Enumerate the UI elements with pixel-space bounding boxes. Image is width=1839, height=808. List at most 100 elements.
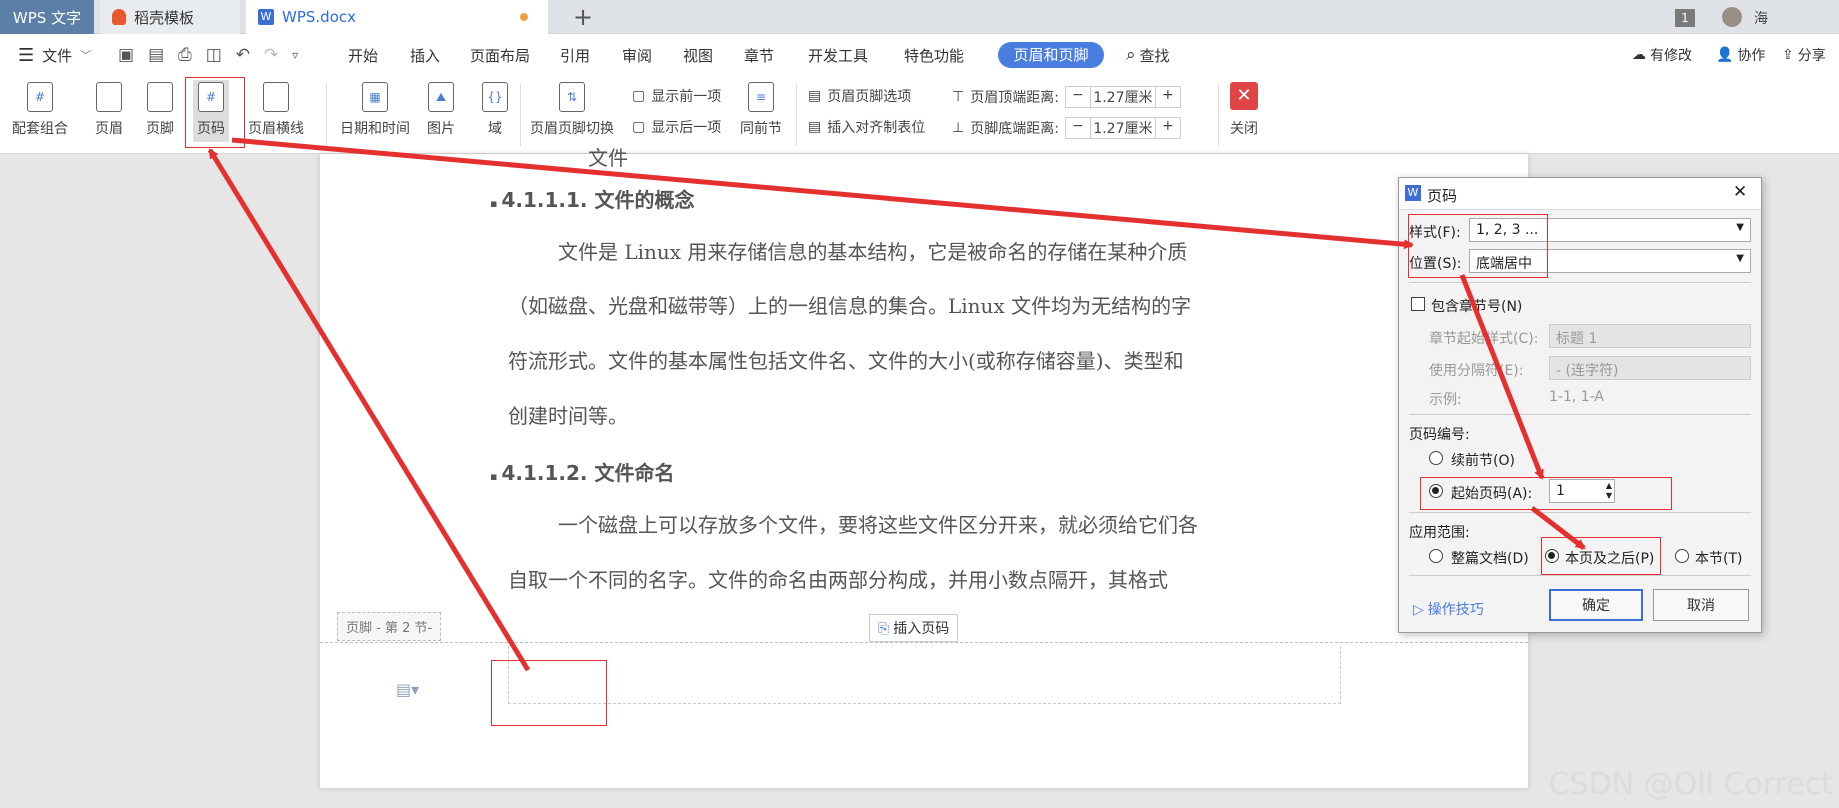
separator-value: - (连字符) <box>1556 363 1619 379</box>
scope-whole-label: 整篇文档(D) <box>1451 551 1529 567</box>
watermark: CSDN @Oll Correct <box>1548 767 1833 802</box>
menu-item-layout[interactable]: 页面布局 <box>470 34 530 76</box>
save-icon[interactable]: ▣ <box>118 45 148 65</box>
show-next-label: 显示后一项 <box>651 120 722 136</box>
docer-icon <box>112 9 126 25</box>
dialog-title: 页码 <box>1427 187 1458 205</box>
share-icon: ⇪ <box>1782 47 1794 63</box>
footer-distance-plus[interactable]: + <box>1154 117 1181 139</box>
header-line-label: 页眉横线 <box>248 121 304 137</box>
header-button[interactable]: 页眉 <box>95 82 123 138</box>
menu-item-references[interactable]: 引用 <box>560 34 590 76</box>
footer-options-icon[interactable]: ▤▾ <box>396 680 419 699</box>
window-count-badge[interactable]: 1 <box>1675 9 1695 27</box>
menu-item-chapter[interactable]: 章节 <box>744 34 774 76</box>
field-icon: {} <box>482 82 508 112</box>
date-time-button[interactable]: ▦ 日期和时间 <box>340 82 410 138</box>
annotation-box-style-position <box>1408 214 1548 278</box>
continue-radio[interactable] <box>1429 451 1443 465</box>
redo-icon[interactable]: ↷ <box>264 45 292 65</box>
menu-item-view[interactable]: 视图 <box>683 34 713 76</box>
print-icon[interactable]: ⎙ <box>178 45 206 65</box>
next-icon: ▢ <box>632 119 646 135</box>
heading-text: 4.1.1.1. 文件的概念 <box>501 188 695 212</box>
combo-button[interactable]: # 配套组合 <box>12 82 68 138</box>
close-header-footer-button[interactable]: ✕ 关闭 <box>1230 82 1258 138</box>
header-line-button[interactable]: 页眉横线 <box>248 82 304 138</box>
paragraph-line: 自取一个不同的名字。文件的命名由两部分构成，并用小数点隔开，其格式 <box>508 568 1168 592</box>
header-distance-input[interactable]: 1.27厘米 <box>1090 86 1155 108</box>
heading-marker: ▪ <box>490 470 498 483</box>
menu-item-start[interactable]: 开始 <box>348 34 378 76</box>
new-tab-button[interactable]: + <box>568 0 598 34</box>
scope-section-radio[interactable] <box>1675 549 1689 563</box>
include-chapter-checkbox[interactable] <box>1411 297 1425 311</box>
quick-access-toolbar: ▣ ▤ ⎙ ◫ ↶ ↷ ▿ <box>118 34 312 76</box>
paragraph-line: （如磁盘、光盘和磁带等）上的一组信息的集合。Linux 文件均为无结构的字 <box>508 294 1192 318</box>
more-icon[interactable]: ▿ <box>292 48 312 62</box>
options-icon: ▤ <box>808 88 822 104</box>
user-name[interactable]: 海 <box>1754 8 1768 28</box>
partial-line: 文件 <box>588 146 628 170</box>
previous-icon: ▢ <box>632 88 646 104</box>
switch-header-footer-button[interactable]: ⇅ 页眉页脚切换 <box>530 82 614 138</box>
search-icon: ⌕ <box>1126 45 1136 65</box>
continue-label: 续前节(O) <box>1451 453 1515 469</box>
footer-distance-input[interactable]: 1.27厘米 <box>1090 117 1155 139</box>
undo-icon[interactable]: ↶ <box>236 45 264 65</box>
insert-align-tab-button[interactable]: ▤ 插入对齐制表位 <box>808 117 925 137</box>
menu-item-developer[interactable]: 开发工具 <box>808 34 868 76</box>
app-tab[interactable]: WPS 文字 <box>0 0 94 34</box>
show-previous-button[interactable]: ▢ 显示前一项 <box>632 86 721 106</box>
file-menu[interactable]: ☰ 文件 ﹀ <box>18 34 91 76</box>
menu-item-special[interactable]: 特色功能 <box>904 34 964 76</box>
same-as-previous-button[interactable]: ≡ 同前节 <box>740 82 782 138</box>
footer-label: 页脚 <box>146 121 174 137</box>
ribbon: # 配套组合 页眉 页脚 # 页码 页眉横线 ▦ 日期和时间 ⛰ 图片 {} 域 ⇅ 页眉页… <box>0 76 1839 154</box>
ok-button[interactable]: 确定 <box>1549 589 1643 621</box>
header-label: 页眉 <box>95 121 123 137</box>
annotation-box-scope-after <box>1541 537 1661 575</box>
search-button[interactable]: ⌕ 查找 <box>1126 34 1170 76</box>
divider <box>1409 282 1751 283</box>
share-button[interactable]: ⇪ 分享 <box>1782 34 1826 76</box>
insert-page-number-button[interactable]: ⎘ 插入页码 <box>869 614 959 642</box>
menu-item-header-footer[interactable]: 页眉和页脚 <box>998 42 1104 68</box>
docer-tab[interactable]: 稻壳模板 <box>100 0 240 34</box>
preview-icon[interactable]: ◫ <box>206 45 236 65</box>
footer-distance-minus[interactable]: − <box>1064 117 1091 139</box>
header-distance-label: 页眉顶端距离: <box>970 90 1059 106</box>
footer-area[interactable] <box>508 646 1341 704</box>
ribbon-divider <box>1218 84 1219 146</box>
scope-whole-radio[interactable] <box>1429 549 1443 563</box>
tips-link[interactable]: ▷ 操作技巧 <box>1413 599 1484 619</box>
scope-section-label: 本节(T) <box>1695 551 1743 567</box>
cancel-button[interactable]: 取消 <box>1653 589 1749 621</box>
chapter-style-select[interactable]: 标题 1 <box>1549 324 1751 348</box>
footer-button[interactable]: 页脚 <box>146 82 174 138</box>
header-distance-minus[interactable]: − <box>1064 86 1091 108</box>
field-button[interactable]: {} 域 <box>482 82 508 138</box>
header-footer-options-button[interactable]: ▤ 页眉页脚选项 <box>808 86 911 106</box>
show-next-button[interactable]: ▢ 显示后一项 <box>632 117 721 137</box>
ribbon-divider <box>326 84 327 146</box>
menu-item-insert[interactable]: 插入 <box>410 34 440 76</box>
header-top-distance: ⊤ 页眉顶端距离: − 1.27厘米 + <box>952 86 1181 108</box>
header-icon <box>96 82 122 112</box>
chevron-down-icon: ﹀ <box>80 49 92 62</box>
divider <box>1409 512 1751 513</box>
avatar[interactable] <box>1722 7 1742 27</box>
heading-4-1-1-2: ▪ 4.1.1.2. 文件命名 <box>490 457 675 486</box>
export-icon[interactable]: ▤ <box>148 45 178 65</box>
picture-button[interactable]: ⛰ 图片 <box>427 82 455 138</box>
document-tab[interactable]: W WPS.docx <box>246 0 548 34</box>
separator-select[interactable]: - (连字符) <box>1549 356 1751 380</box>
collaborate-button[interactable]: 👤 协作 <box>1716 34 1765 76</box>
header-distance-plus[interactable]: + <box>1154 86 1181 108</box>
share-label: 分享 <box>1797 48 1826 64</box>
dialog-close-icon[interactable]: ✕ <box>1733 182 1747 202</box>
title-tab-bar: WPS 文字 稻壳模板 W WPS.docx + 1 海 <box>0 0 1839 34</box>
modified-button[interactable]: ☁ 有修改 <box>1632 34 1692 76</box>
switch-icon: ⇅ <box>559 82 585 112</box>
menu-item-review[interactable]: 审阅 <box>622 34 652 76</box>
